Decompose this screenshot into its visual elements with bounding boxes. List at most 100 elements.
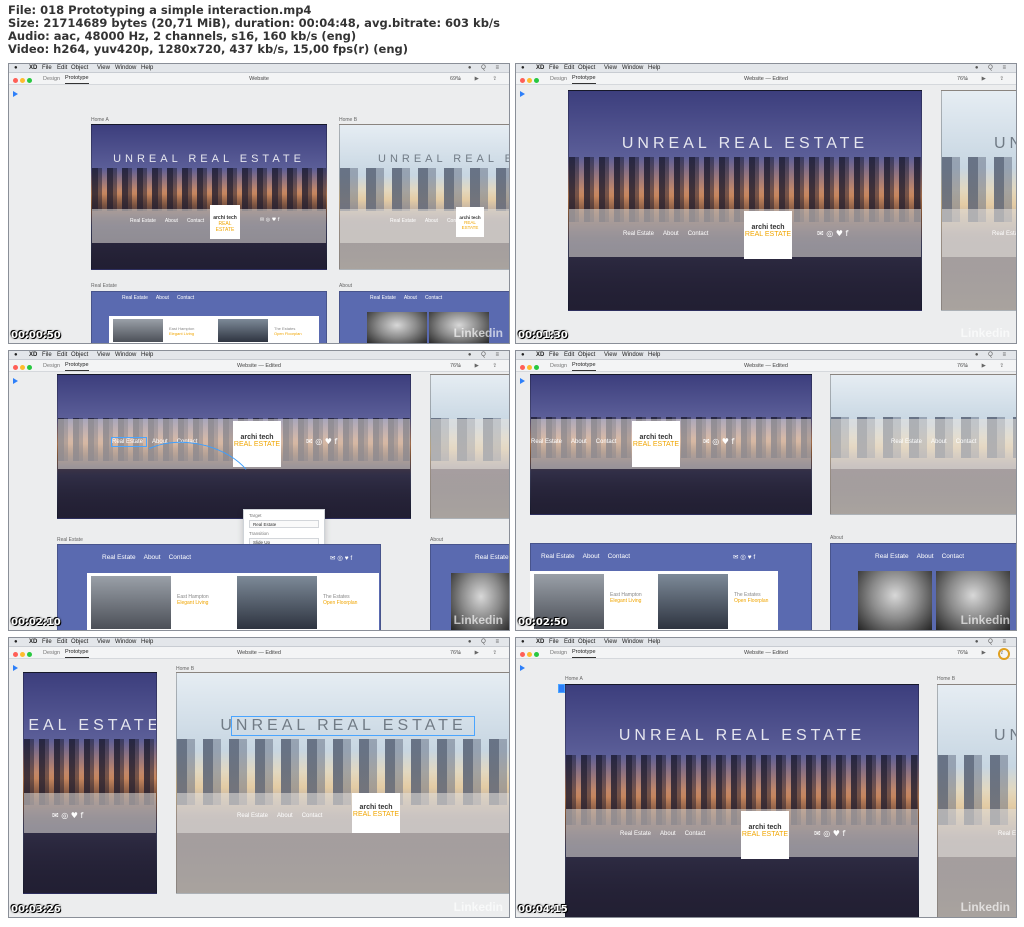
play-icon[interactable] (520, 665, 525, 671)
nav-real-estate[interactable]: Real Estate (102, 554, 136, 561)
apple-icon[interactable]: ● (521, 351, 525, 360)
menu-item[interactable]: Help (648, 351, 660, 360)
home-b-artboard[interactable]: Real Estate About Contact (830, 374, 1016, 515)
site-title[interactable]: UNREAL REAL ESTATE (566, 727, 918, 745)
nav-real-estate[interactable]: Real Estate (875, 553, 909, 560)
home-b-artboard[interactable] (430, 374, 509, 519)
target-select[interactable]: Real Estate (249, 520, 319, 528)
menu-item[interactable]: View (604, 351, 617, 360)
apple-icon[interactable]: ● (521, 638, 525, 647)
menu-item[interactable]: XD (536, 638, 544, 647)
nav-about[interactable]: About (571, 439, 587, 445)
menu-item[interactable]: View (97, 638, 110, 647)
nav-about[interactable]: About (425, 218, 438, 224)
apple-icon[interactable]: ● (521, 64, 525, 73)
play-icon[interactable] (520, 91, 525, 97)
nav-contact[interactable]: Contact (302, 813, 323, 819)
nav-about[interactable]: About (404, 295, 417, 301)
nav-real-estate[interactable]: Real Estate (390, 218, 416, 224)
listing-card[interactable]: East Hampton Elegant Living The Estates … (87, 573, 379, 630)
nav-about[interactable]: About (931, 439, 947, 445)
site-title[interactable]: UNREAL REAL ESTATE (994, 135, 1016, 153)
menu-item[interactable]: File (42, 351, 52, 360)
menu-item[interactable]: Object (71, 64, 88, 73)
nav-about[interactable]: About (663, 231, 679, 237)
home-b-artboard[interactable]: UNREAL REAL ESTATE Real EstateAboutConta… (339, 124, 509, 270)
menu-item[interactable]: Window (115, 638, 136, 647)
social-icons[interactable]: ✉ ◎ ♥ f (703, 437, 734, 446)
menu-item[interactable]: Object (71, 638, 88, 647)
menu-item[interactable]: Object (578, 351, 595, 360)
nav-about[interactable]: About (156, 295, 169, 301)
menu-item[interactable]: File (42, 64, 52, 73)
nav-real-estate[interactable]: Real Estate (891, 439, 922, 445)
menu-item[interactable]: View (604, 64, 617, 73)
site-title[interactable]: UNREAL REAL ESTATE (569, 135, 921, 153)
menu-item[interactable]: Edit (564, 351, 574, 360)
nav-real-estate[interactable]: Real Estate (998, 831, 1016, 837)
menu-item[interactable]: Object (71, 351, 88, 360)
menu-item[interactable]: XD (29, 351, 37, 360)
nav-real-estate[interactable]: Real Estate (237, 813, 268, 819)
nav-contact[interactable]: Contact (187, 218, 204, 224)
social-icons[interactable]: ✉ ◎ ♥ f (733, 553, 755, 561)
menu-item[interactable]: XD (536, 64, 544, 73)
menu-item[interactable]: XD (29, 64, 37, 73)
toolbar-icons[interactable]: ⌄ ▶ ⇪ (963, 73, 1010, 85)
nav-contact[interactable]: Contact (688, 231, 709, 237)
home-a-artboard[interactable]: UNREAL REAL ESTATE ✉ ◎ ♥ f (23, 672, 157, 894)
apple-icon[interactable]: ● (14, 638, 18, 647)
apple-icon[interactable]: ● (14, 64, 18, 73)
menu-item[interactable]: Help (141, 638, 153, 647)
nav-about[interactable]: About (583, 553, 600, 560)
menu-item[interactable]: Help (648, 638, 660, 647)
hero-artboard[interactable]: UNREAL REAL ESTATE Real Estate About Conta… (91, 124, 327, 270)
menu-item[interactable]: XD (536, 351, 544, 360)
menu-item[interactable]: XD (29, 638, 37, 647)
play-icon[interactable] (13, 665, 18, 671)
menu-item[interactable]: Window (622, 64, 643, 73)
preview-cursor[interactable] (998, 648, 1010, 660)
menu-item[interactable]: Window (622, 351, 643, 360)
menu-item[interactable]: Edit (57, 351, 67, 360)
selected-nav-item[interactable] (111, 437, 147, 447)
menu-item[interactable]: Edit (564, 638, 574, 647)
nav-about[interactable]: About (165, 218, 178, 224)
menu-item[interactable]: Window (622, 638, 643, 647)
site-title[interactable]: UNREAL REAL ESTATE (378, 153, 509, 165)
social-icons[interactable]: ✉ ◎ ♥ f (817, 229, 848, 238)
menu-item[interactable]: Window (115, 351, 136, 360)
menu-item[interactable]: View (97, 64, 110, 73)
nav-real-estate[interactable]: Real Estate (130, 218, 156, 224)
social-icons[interactable]: ✉ ◎ ♥ f (52, 811, 83, 820)
toolbar-icons[interactable]: ⌄ ▶ ⇪ (456, 73, 503, 85)
nav-real-estate[interactable]: Real Estate (531, 439, 562, 445)
nav-real-estate[interactable]: Real Estate (992, 231, 1016, 237)
nav-about[interactable]: About (917, 553, 934, 560)
nav-real-estate[interactable]: Real Estate (620, 831, 651, 837)
toolbar-icons[interactable]: ⌄ ▶ ⇪ (963, 360, 1010, 372)
home-b-artboard[interactable]: UNREAL REAL ESTATE Real EstateAboutConta… (176, 672, 509, 894)
play-icon[interactable] (13, 91, 18, 97)
nav-about[interactable]: About (660, 831, 676, 837)
nav-contact[interactable]: Contact (685, 831, 706, 837)
play-icon[interactable] (13, 378, 18, 384)
menu-item[interactable]: Object (578, 638, 595, 647)
nav-about[interactable]: About (144, 554, 161, 561)
nav-real-estate[interactable]: Real Estate (541, 553, 575, 560)
menu-item[interactable]: Help (648, 64, 660, 73)
hero-artboard[interactable]: UNREAL REAL ESTATE Real Estate About Conta… (568, 90, 922, 311)
nav-contact[interactable]: Contact (956, 439, 977, 445)
site-title[interactable]: UNREAL REAL ESTATE (92, 153, 326, 165)
toolbar-icons[interactable]: ⌄ ▶ ⇪ (456, 360, 503, 372)
home-indicator[interactable] (558, 684, 565, 693)
menu-item[interactable]: Edit (57, 638, 67, 647)
menu-item[interactable]: File (549, 638, 559, 647)
site-title[interactable]: UNREAL REAL ESTATE (994, 727, 1016, 745)
nav-contact[interactable]: Contact (169, 554, 191, 561)
nav-contact[interactable]: Contact (177, 295, 194, 301)
menu-item[interactable]: File (549, 64, 559, 73)
nav-real-estate[interactable]: Real Estate (623, 231, 654, 237)
apple-icon[interactable]: ● (14, 351, 18, 360)
social-icons[interactable]: ✉ ◎ ♥ f (306, 437, 337, 446)
